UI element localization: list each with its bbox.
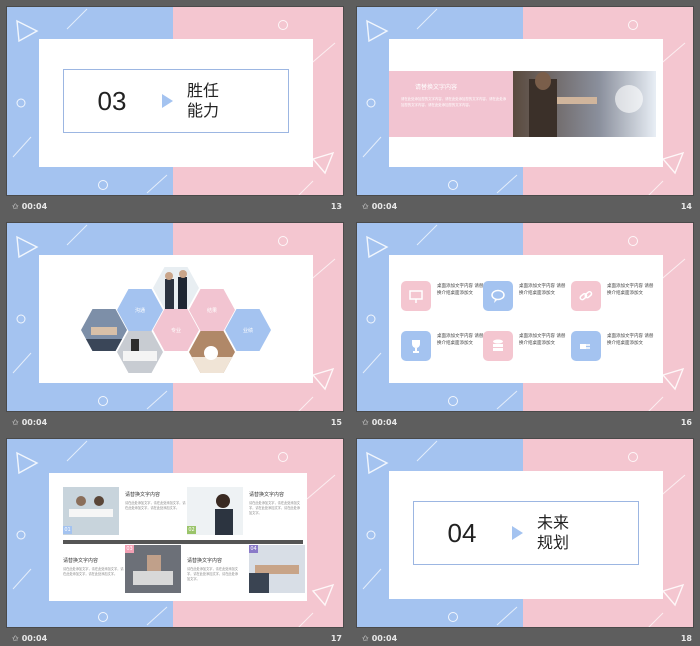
text-body: 请在此处添加您的文字内容，请在此处添加您的文字内容，请在此处添加您的文字内容，请…	[401, 97, 507, 107]
divider-bar	[63, 540, 303, 544]
transition-star-icon: ✩	[362, 201, 369, 211]
transition-time: ✩ 00:04	[12, 417, 48, 427]
block-body: 请在此处添加文字，请在此处添加文字，请在此处添加文字，请在此处添加文字。	[125, 501, 186, 510]
slide-meta: ✩ 00:04 15	[6, 418, 344, 432]
database-icon	[483, 331, 513, 361]
plug-icon	[571, 331, 601, 361]
item-text: 桌面添加文字内容 请替换介绍桌面添加文	[607, 284, 654, 296]
slide-number: 13	[330, 202, 342, 211]
slide-thumbnail-15[interactable]: 沟通 专业 结果 业绩 ✩ 00:04 15	[6, 222, 344, 436]
business-handshake-photo	[513, 71, 656, 137]
link-chain-icon	[571, 281, 601, 311]
slide-canvas: 桌面添加文字内容 请替换介绍桌面添加文 桌面添加文字内容 请替换介绍桌面添加文 …	[356, 222, 694, 412]
transition-time: ✩ 00:04	[362, 201, 398, 211]
slide-thumbnail-13[interactable]: 03 胜任能力 ✩ 00:04 13	[6, 6, 344, 220]
block-body: 请在此处添加文字，请在此处添加文字，请在此处添加文字，请在此处添加文字。	[187, 567, 238, 581]
slide-canvas: 请替换文字内容 请在此处添加您的文字内容，请在此处添加您的文字内容，请在此处添加…	[356, 6, 694, 196]
block-title: 请替换文字内容	[63, 558, 99, 564]
step-badge: 03	[125, 545, 134, 553]
white-content-card: 04 未来规划	[389, 471, 663, 599]
item-text: 桌面添加文字内容 请替换介绍桌面添加文	[437, 284, 484, 296]
slide-thumbnail-17[interactable]: 01 请替换文字内容 请在此处添加文字，请在此处添加文字，请在此处添加文字，请在…	[6, 438, 344, 646]
white-content-card: 03 胜任能力	[39, 39, 313, 167]
transition-star-icon: ✩	[12, 633, 19, 643]
slide-meta: ✩ 00:04 16	[356, 418, 694, 432]
transition-star-icon: ✩	[362, 633, 369, 643]
slide-canvas: 01 请替换文字内容 请在此处添加文字，请在此处添加文字，请在此处添加文字，请在…	[6, 438, 344, 628]
section-number: 04	[447, 517, 477, 548]
block-body: 请在此处添加文字，请在此处添加文字，请在此处添加文字，请在此处添加文字。	[249, 501, 300, 515]
transition-star-icon: ✩	[362, 417, 369, 427]
trophy-icon	[401, 331, 431, 361]
chat-bubble-icon	[483, 281, 513, 311]
slide-number: 18	[680, 634, 692, 643]
step-badge: 02	[187, 526, 196, 534]
transition-star-icon: ✩	[12, 201, 19, 211]
white-content-card: 沟通 专业 结果 业绩	[39, 255, 313, 383]
slide-thumbnail-16[interactable]: 桌面添加文字内容 请替换介绍桌面添加文 桌面添加文字内容 请替换介绍桌面添加文 …	[356, 222, 694, 436]
item-text: 桌面添加文字内容 请替换介绍桌面添加文	[519, 334, 566, 346]
transition-time: ✩ 00:04	[362, 633, 398, 643]
slide-meta: ✩ 00:04 13	[6, 202, 344, 216]
transition-time: ✩ 00:04	[12, 201, 48, 211]
slide-meta: ✩ 00:04 18	[356, 634, 694, 646]
slide-thumbnail-18[interactable]: 04 未来规划 ✩ 00:04 18	[356, 438, 694, 646]
item-text: 桌面添加文字内容 请替换介绍桌面添加文	[519, 284, 566, 296]
slide-number: 17	[330, 634, 342, 643]
section-number: 03	[97, 85, 127, 116]
hex-photo-businessmen	[153, 267, 199, 309]
item-text: 桌面添加文字内容 请替换介绍桌面添加文	[607, 334, 654, 346]
slide-number: 15	[330, 418, 342, 427]
white-content-card: 请替换文字内容 请在此处添加您的文字内容，请在此处添加您的文字内容，请在此处添加…	[389, 39, 663, 167]
section-title-box: 03 胜任能力	[63, 69, 289, 133]
transition-star-icon: ✩	[12, 417, 19, 427]
play-arrow-icon	[162, 94, 173, 108]
step-badge: 04	[249, 545, 258, 553]
hex-photo-meeting	[117, 331, 163, 373]
section-title-box: 04 未来规划	[413, 501, 639, 565]
section-title: 未来规划	[537, 513, 570, 552]
slide-thumbnail-14[interactable]: 请替换文字内容 请在此处添加您的文字内容，请在此处添加您的文字内容，请在此处添加…	[356, 6, 694, 220]
item-text: 桌面添加文字内容 请替换介绍桌面添加文	[437, 334, 484, 346]
text-heading: 请替换文字内容	[415, 84, 458, 91]
presentation-board-icon	[401, 281, 431, 311]
slide-meta: ✩ 00:04 14	[356, 202, 694, 216]
slide-meta: ✩ 00:04 17	[6, 634, 344, 646]
block-title: 请替换文字内容	[187, 558, 223, 564]
step-badge: 01	[63, 526, 72, 534]
hex-photo-coffee	[189, 331, 235, 373]
slide-number: 16	[680, 418, 692, 427]
section-title: 胜任能力	[187, 81, 220, 120]
slide-canvas: 沟通 专业 结果 业绩	[6, 222, 344, 412]
transition-time: ✩ 00:04	[362, 417, 398, 427]
block-title: 请替换文字内容	[125, 492, 161, 498]
block-body: 请在此处添加文字，请在此处添加文字，请在此处添加文字，请在此处添加文字。	[63, 567, 124, 576]
slide-canvas: 04 未来规划	[356, 438, 694, 628]
transition-time: ✩ 00:04	[12, 633, 48, 643]
play-arrow-icon	[512, 526, 523, 540]
white-content-card: 桌面添加文字内容 请替换介绍桌面添加文 桌面添加文字内容 请替换介绍桌面添加文 …	[389, 255, 663, 383]
white-content-card: 01 请替换文字内容 请在此处添加文字，请在此处添加文字，请在此处添加文字，请在…	[49, 473, 307, 601]
slide-number: 14	[680, 202, 692, 211]
block-title: 请替换文字内容	[249, 492, 285, 498]
slide-canvas: 03 胜任能力	[6, 6, 344, 196]
